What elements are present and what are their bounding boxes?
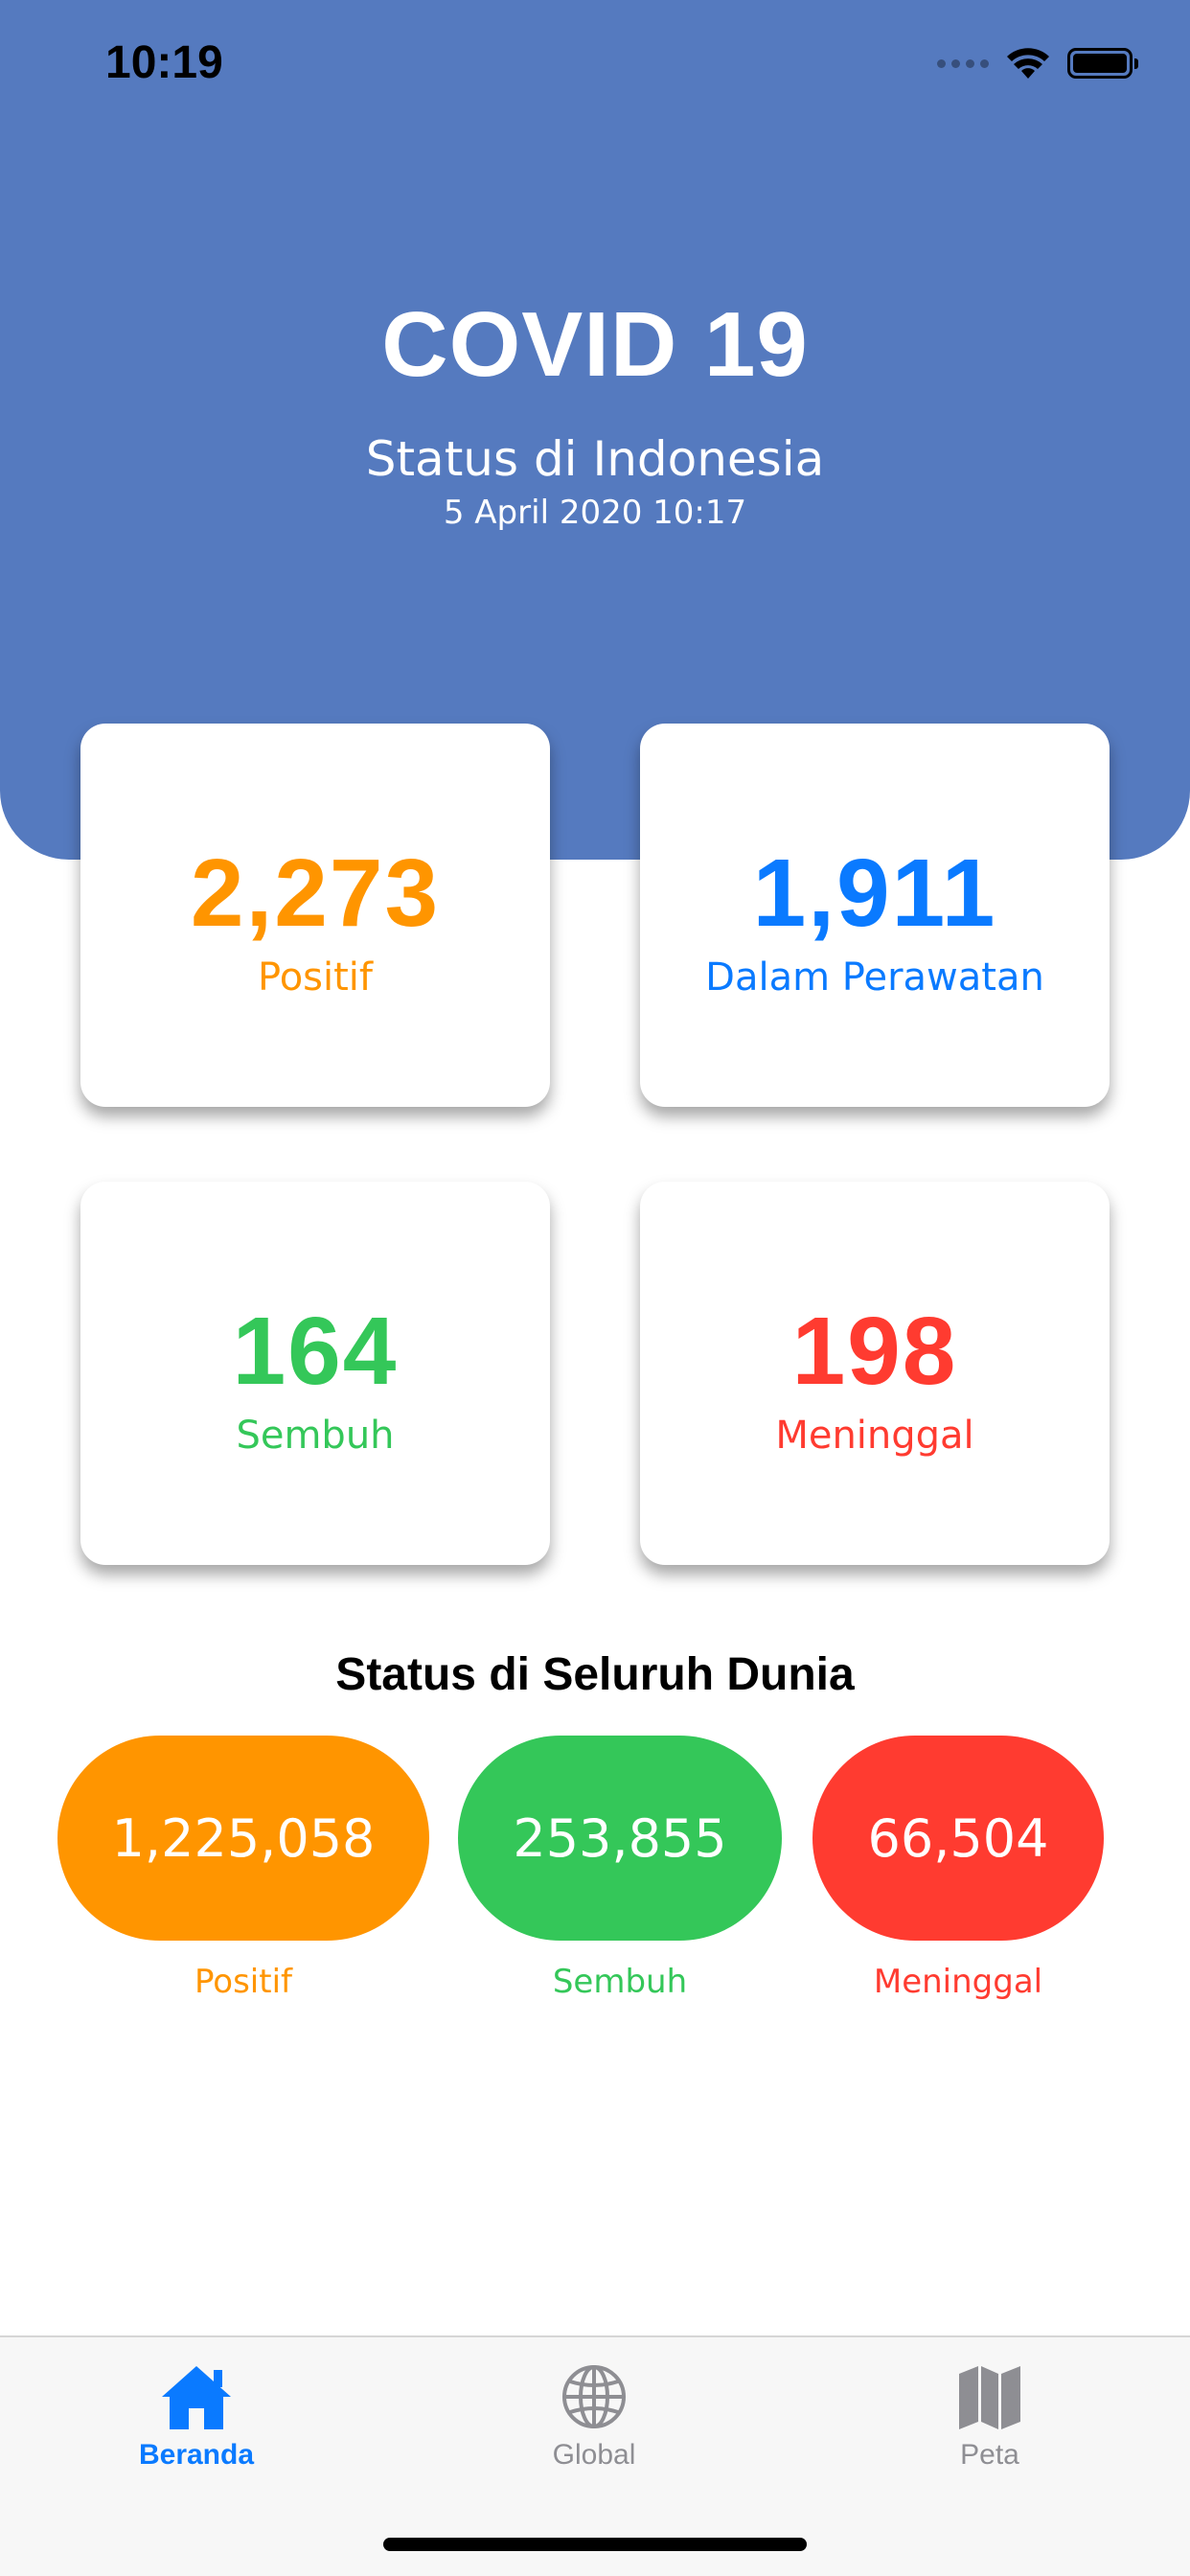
- world-deaths-pill: 66,504: [812, 1736, 1104, 1941]
- world-section-title: Status di Seluruh Dunia: [335, 1649, 855, 1700]
- house-icon: [162, 2366, 231, 2429]
- world-positive-label: Positif: [195, 1963, 292, 2001]
- battery-icon: [1067, 48, 1138, 79]
- world-recovered-value: 253,855: [513, 1807, 727, 1869]
- app-title: COVID 19: [381, 293, 809, 396]
- tab-peta[interactable]: Peta: [875, 2362, 1105, 2472]
- last-updated-date: 5 April 2020 10:17: [443, 494, 747, 532]
- world-positive-value: 1,225,058: [111, 1807, 376, 1869]
- world-recovered-pill: 253,855: [458, 1736, 782, 1941]
- positive-label: Positif: [258, 955, 373, 1000]
- deaths-label: Meninggal: [775, 1414, 974, 1458]
- status-bar: 10:19: [0, 0, 1190, 129]
- card-positive: 2,273 Positif: [80, 724, 550, 1107]
- cellular-signal-icon: [937, 58, 989, 68]
- globe-icon: [562, 2365, 626, 2428]
- home-indicator[interactable]: [383, 2538, 807, 2551]
- tab-beranda[interactable]: Beranda: [81, 2362, 311, 2472]
- world-deaths-label: Meninggal: [873, 1963, 1043, 2001]
- positive-value: 2,273: [190, 840, 441, 947]
- subtitle: Status di Indonesia: [365, 431, 825, 487]
- map-icon: [959, 2366, 1020, 2429]
- world-positive-pill: 1,225,058: [57, 1736, 429, 1941]
- screen: 10:19 COVID 19 Status di Indonesia 5 Apr…: [0, 0, 1190, 2576]
- tab-beranda-label: Beranda: [138, 2439, 255, 2471]
- tab-global[interactable]: Global: [479, 2362, 709, 2472]
- card-deaths: 198 Meninggal: [640, 1182, 1110, 1565]
- tab-peta-label: Peta: [960, 2439, 1019, 2471]
- status-time: 10:19: [105, 37, 223, 88]
- treated-value: 1,911: [752, 840, 997, 947]
- card-recovered: 164 Sembuh: [80, 1182, 550, 1565]
- world-deaths-value: 66,504: [867, 1807, 1049, 1869]
- wifi-icon: [1007, 48, 1049, 79]
- recovered-value: 164: [232, 1298, 399, 1405]
- card-treated: 1,911 Dalam Perawatan: [640, 724, 1110, 1107]
- world-recovered-label: Sembuh: [552, 1963, 688, 2001]
- status-icons: [937, 44, 1138, 82]
- treated-label: Dalam Perawatan: [705, 955, 1044, 1000]
- recovered-label: Sembuh: [236, 1414, 395, 1458]
- tab-global-label: Global: [552, 2439, 636, 2471]
- deaths-value: 198: [791, 1298, 958, 1405]
